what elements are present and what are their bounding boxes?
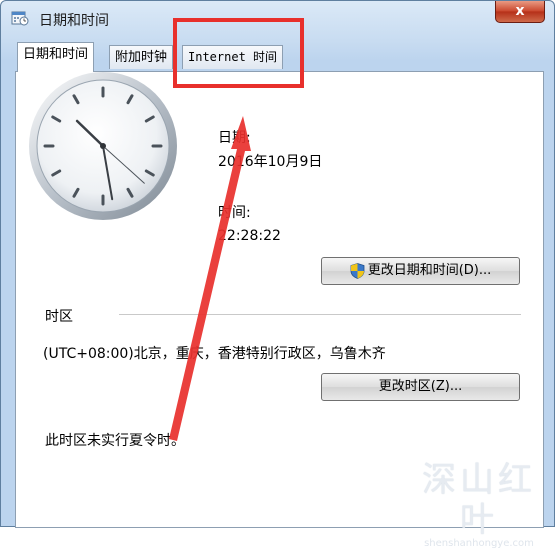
- watermark-url: shenshanhongye.com: [424, 538, 534, 549]
- annotation-arrow: [169, 116, 251, 441]
- site-watermark: 深山红叶 shenshanhongye.com: [404, 460, 554, 549]
- date-time-dialog: 日期和时间 x 日期和时间 附加时钟 Internet 时间 日期: 2016年…: [0, 0, 555, 549]
- watermark-title: 深山红叶: [422, 460, 536, 540]
